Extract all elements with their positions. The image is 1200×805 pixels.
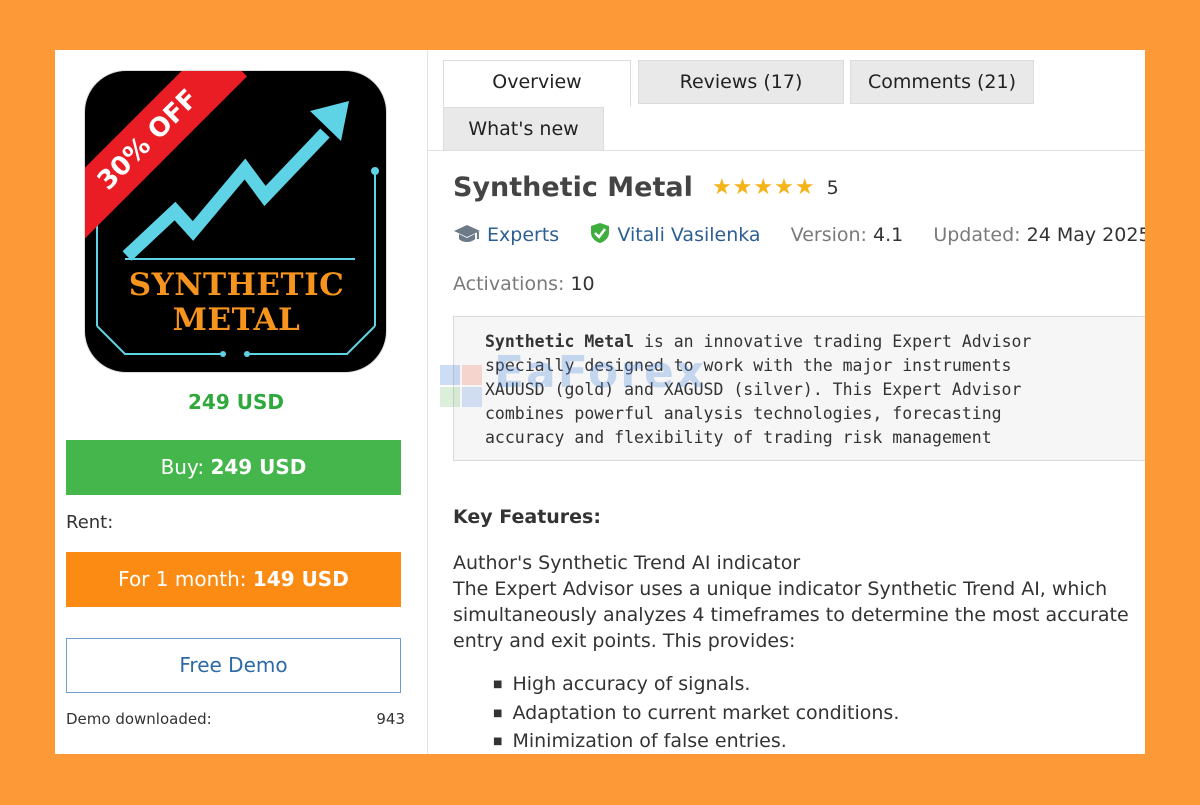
features-line4: entry and exit points. This provides: [453,630,796,652]
rating-stars-icon: ★★★★★ [711,175,816,200]
page-title: Synthetic Metal [453,172,693,203]
features-line1: Author's Synthetic Trend AI indicator [453,552,801,574]
demo-downloaded-count: 943 [376,710,405,728]
features-list: High accuracy of signals. Adaptation to … [493,672,899,754]
activations-value: 10 [570,273,595,295]
category-link[interactable]: Experts [487,224,559,246]
tab-reviews[interactable]: Reviews (17) [638,60,844,104]
updated-value: 24 May 2025 [1026,224,1145,246]
watermark-text: EaForex [494,347,707,398]
description-box: Synthetic Metal is an innovative trading… [440,316,1145,461]
logo-title-line1: SYNTHETIC [128,267,345,303]
tab-comments[interactable]: Comments (21) [850,60,1034,104]
product-logo: 30% OFF SYNTHETIC METAL [84,70,387,373]
tab-overview[interactable]: Overview [443,60,631,106]
version-value: 4.1 [873,224,904,246]
product-card: 30% OFF SYNTHETIC METAL 249 USD Buy: 249… [55,50,1145,754]
demo-downloaded-row: Demo downloaded: 943 [66,710,405,728]
free-demo-button[interactable]: Free Demo [66,638,401,693]
purchase-sidebar: 30% OFF SYNTHETIC METAL 249 USD Buy: 249… [55,50,428,754]
rating-value: 5 [826,176,839,199]
list-item: High accuracy of signals. [493,672,899,701]
graduation-cap-icon [453,224,481,249]
rent-button-price: 149 USD [252,567,349,591]
features-heading: Key Features: [453,506,601,528]
version-label: Version: [790,224,867,246]
description-line4: combines powerful analysis technologies,… [485,404,1002,423]
tab-bar: Overview Reviews (17) Comments (21) What… [428,50,1145,151]
list-item: Minimization of false entries. [493,729,899,754]
features-line3: simultaneously analyzes 4 timeframes to … [453,604,1129,626]
watermark-logo-icon [440,365,482,407]
list-item: Adaptation to current market conditions. [493,701,899,730]
logo-title-line2: METAL [172,302,301,338]
demo-downloaded-label: Demo downloaded: [66,710,212,728]
updated-label: Updated: [933,224,1021,246]
features-line2: The Expert Advisor uses a unique indicat… [453,578,1108,600]
buy-button-price: 249 USD [210,455,307,479]
buy-button[interactable]: Buy: 249 USD [66,440,401,495]
buy-button-label: Buy: [160,455,205,479]
author-link[interactable]: Vitali Vasilenka [617,224,760,246]
rent-label: Rent: [66,512,114,533]
tab-whats-new[interactable]: What's new [443,107,604,151]
verified-shield-icon [589,222,611,249]
features-paragraph: Author's Synthetic Trend AI indicator Th… [453,550,1145,654]
activations-label: Activations: [453,273,565,295]
description-line5: accuracy and flexibility of trading risk… [485,428,992,447]
title-row: Synthetic Metal ★★★★★ 5 [453,172,839,203]
rent-button[interactable]: For 1 month: 149 USD [66,552,401,607]
activations-row: Activations: 10 [453,273,595,295]
rent-button-period: For 1 month: [118,567,247,591]
meta-row: Experts Vitali Vasilenka Version: 4.1 Up… [453,222,1145,249]
product-price: 249 USD [188,390,284,414]
